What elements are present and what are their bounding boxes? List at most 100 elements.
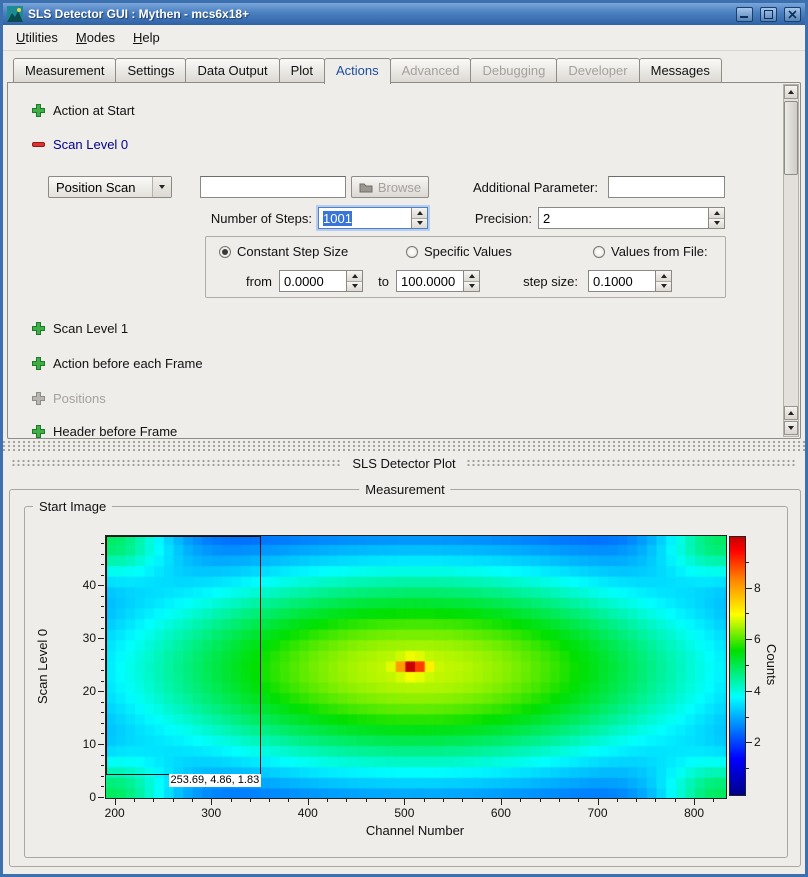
- radio-specific-values[interactable]: Specific Values: [406, 244, 512, 259]
- spin-down-button[interactable]: [347, 281, 362, 292]
- radio-dot[interactable]: [219, 246, 231, 258]
- actions-panel: Action at Start Scan Level 0 Position Sc…: [7, 82, 801, 439]
- radio-values-from-file[interactable]: Values from File:: [593, 244, 708, 259]
- heatmap-plot[interactable]: 253.69, 4.86, 1.83: [105, 535, 727, 799]
- y-tick: [98, 638, 104, 639]
- to-spinbox[interactable]: 100.0000: [396, 270, 480, 292]
- x-minor-tick: [482, 799, 483, 802]
- x-minor-tick: [288, 799, 289, 802]
- colorbar: [730, 537, 745, 795]
- x-minor-tick: [559, 799, 560, 802]
- tab-plot[interactable]: Plot: [279, 58, 325, 83]
- collapse-minus-icon[interactable]: [32, 138, 45, 151]
- colorbar-axis-title: Counts: [763, 536, 779, 794]
- step-size-value[interactable]: 0.1000: [589, 271, 655, 291]
- scroll-down-button[interactable]: [784, 421, 798, 435]
- colorbar-minor-tick: [746, 768, 749, 769]
- from-value[interactable]: 0.0000: [280, 271, 346, 291]
- scan-level-1-label[interactable]: Scan Level 1: [53, 321, 128, 336]
- dock-handle-dots: [11, 459, 342, 467]
- maximize-button[interactable]: [760, 7, 777, 22]
- radio-dot[interactable]: [593, 246, 605, 258]
- scan-script-input[interactable]: [200, 176, 346, 198]
- spin-down-button[interactable]: [464, 281, 479, 292]
- precision-spinbox[interactable]: 2: [538, 207, 725, 229]
- y-minor-tick: [101, 670, 104, 671]
- y-tick-label: 20: [68, 684, 96, 698]
- y-tick-label: 40: [68, 578, 96, 592]
- window-title: SLS Detector GUI : Mythen - mcs6x18+: [28, 7, 729, 21]
- tab-data-output[interactable]: Data Output: [185, 58, 279, 83]
- tab-settings[interactable]: Settings: [115, 58, 186, 83]
- y-minor-tick: [101, 755, 104, 756]
- plot-dock-titlebar[interactable]: SLS Detector Plot: [3, 452, 805, 474]
- action-at-start-row: Action at Start: [32, 103, 135, 118]
- x-tick: [598, 799, 599, 805]
- header-before-frame-label[interactable]: Header before Frame: [53, 424, 177, 439]
- spin-up-button[interactable]: [709, 208, 724, 218]
- tab-messages[interactable]: Messages: [639, 58, 722, 83]
- spin-down-button[interactable]: [656, 281, 671, 292]
- scan-mode-select[interactable]: Position Scan: [48, 176, 172, 198]
- scroll-thumb[interactable]: [784, 101, 798, 175]
- additional-parameter-input[interactable]: [608, 176, 725, 198]
- y-minor-tick: [101, 596, 104, 597]
- spin-down-button[interactable]: [709, 218, 724, 229]
- scroll-up-button[interactable]: [784, 85, 798, 99]
- x-minor-tick: [617, 799, 618, 802]
- splitter-handle[interactable]: [3, 440, 805, 452]
- x-minor-tick: [713, 799, 714, 802]
- menu-help[interactable]: Help: [124, 26, 169, 49]
- expand-plus-icon[interactable]: [32, 322, 45, 335]
- start-image-groupbox: Start Image Scan Level 0 253.69, 4.86, 1…: [24, 506, 788, 858]
- chevron-down-icon[interactable]: [152, 177, 171, 197]
- y-minor-tick: [101, 723, 104, 724]
- spin-up-button[interactable]: [412, 208, 427, 218]
- measurement-groupbox: Measurement Start Image Scan Level 0 253…: [9, 489, 801, 867]
- vertical-scrollbar[interactable]: [783, 84, 799, 437]
- spin-up-button[interactable]: [464, 271, 479, 281]
- close-button[interactable]: [784, 7, 801, 22]
- y-minor-tick: [101, 617, 104, 618]
- precision-value[interactable]: 2: [539, 208, 708, 228]
- step-size-spinbox[interactable]: 0.1000: [588, 270, 672, 292]
- x-minor-tick: [462, 799, 463, 802]
- num-steps-spinbox[interactable]: 1001: [318, 207, 428, 229]
- spin-up-button[interactable]: [347, 271, 362, 281]
- action-before-frame-row: Action before each Frame: [32, 356, 203, 371]
- num-steps-value[interactable]: 1001: [323, 211, 352, 226]
- colorbar-tick: [746, 639, 752, 640]
- expand-plus-icon[interactable]: [32, 357, 45, 370]
- menu-modes[interactable]: Modes: [67, 26, 124, 49]
- action-item-label[interactable]: Action at Start: [53, 103, 135, 118]
- minimize-button[interactable]: [736, 7, 753, 22]
- to-value[interactable]: 100.0000: [397, 271, 463, 291]
- titlebar[interactable]: SLS Detector GUI : Mythen - mcs6x18+: [3, 3, 805, 25]
- x-minor-tick: [134, 799, 135, 802]
- x-minor-tick: [269, 799, 270, 802]
- spin-up-button[interactable]: [656, 271, 671, 281]
- x-axis-title: Channel Number: [105, 823, 725, 838]
- browse-button: Browse: [351, 176, 429, 198]
- action-before-frame-label[interactable]: Action before each Frame: [53, 356, 203, 371]
- menu-utilities[interactable]: Utilities: [7, 26, 67, 49]
- radio-dot[interactable]: [406, 246, 418, 258]
- expand-plus-icon[interactable]: [32, 425, 45, 438]
- x-minor-tick: [424, 799, 425, 802]
- scroll-up-button-2[interactable]: [784, 406, 798, 420]
- tab-actions[interactable]: Actions: [324, 58, 391, 84]
- from-spinbox[interactable]: 0.0000: [279, 270, 363, 292]
- positions-row: Positions: [32, 391, 106, 406]
- y-minor-tick: [101, 659, 104, 660]
- scan-level-0-label[interactable]: Scan Level 0: [53, 137, 128, 152]
- tab-measurement[interactable]: Measurement: [13, 58, 116, 83]
- app-icon: [7, 6, 23, 22]
- y-tick-label: 10: [68, 737, 96, 751]
- colorbar-minor-tick: [746, 665, 749, 666]
- radio-constant-step-size[interactable]: Constant Step Size: [219, 244, 348, 259]
- expand-plus-icon[interactable]: [32, 104, 45, 117]
- x-tick-label: 300: [194, 806, 228, 820]
- y-minor-tick: [101, 564, 104, 565]
- spin-down-button[interactable]: [412, 218, 427, 229]
- tracker-readout: 253.69, 4.86, 1.83: [169, 774, 262, 787]
